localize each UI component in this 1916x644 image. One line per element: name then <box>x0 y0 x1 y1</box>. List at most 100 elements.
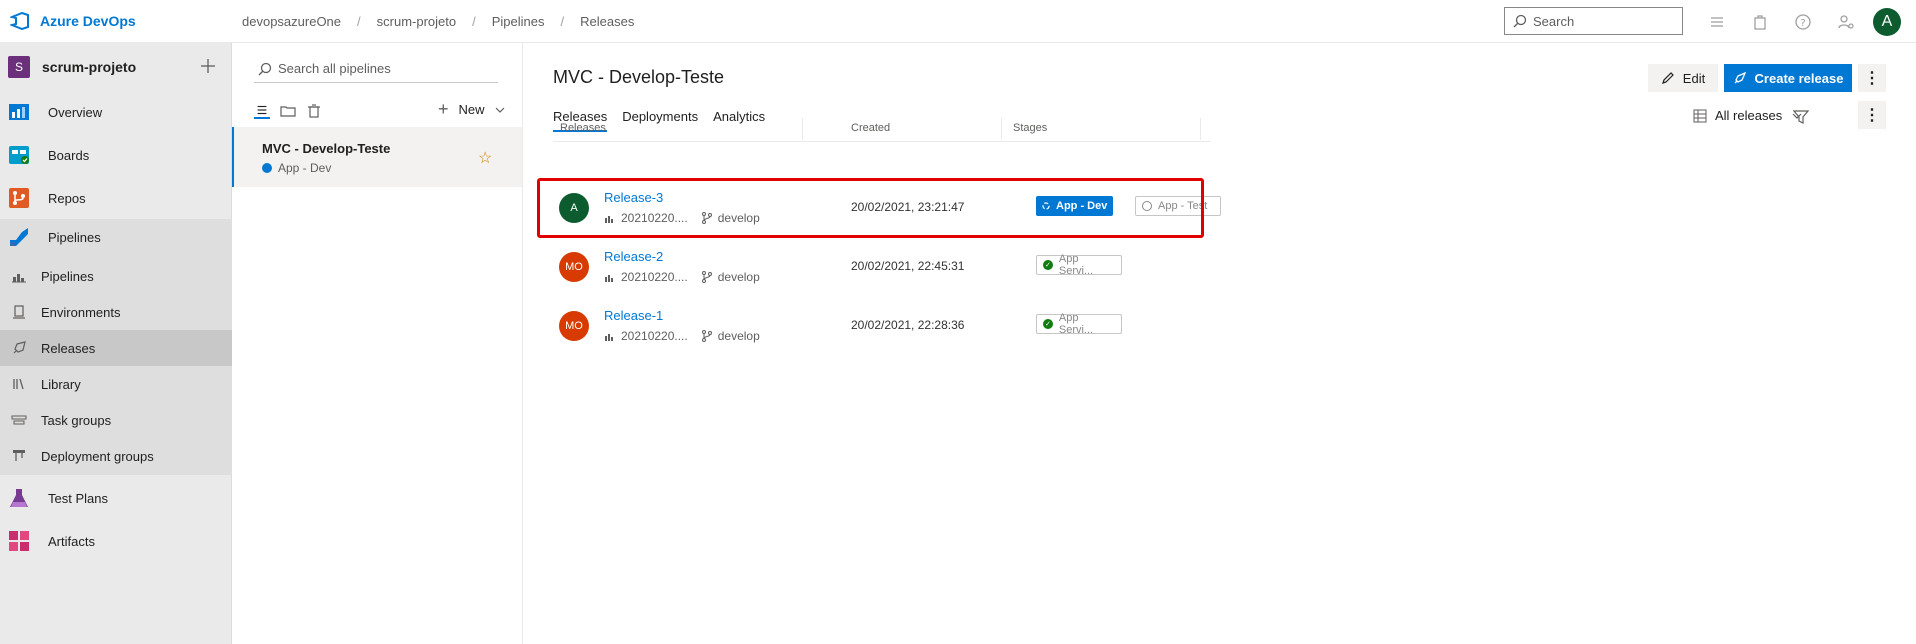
branch-name: develop <box>717 211 760 225</box>
stage-label: App Servi... <box>1058 253 1094 277</box>
search-placeholder: Search <box>1533 13 1575 29</box>
folder-view-icon[interactable] <box>280 103 296 119</box>
stage-badge[interactable]: ✓ App Servi... <box>1036 312 1122 336</box>
release-meta: 20210220.... develop <box>604 270 760 284</box>
search-input[interactable]: Search <box>1504 7 1683 35</box>
breadcrumb-separator: / <box>357 14 361 29</box>
stage-label: App Servi... <box>1058 312 1094 336</box>
sidebar-subitem-pipelines[interactable]: Pipelines <box>0 258 232 294</box>
build-number: 20210220.... <box>621 270 688 284</box>
new-button[interactable]: + New <box>438 99 505 120</box>
top-bar: Azure DevOps devopsazureOne / scrum-proj… <box>0 0 1916 43</box>
breadcrumb-org[interactable]: devopsazureOne <box>242 14 341 29</box>
azure-devops-logo-icon <box>10 12 29 30</box>
repos-icon <box>9 188 29 208</box>
build-icon <box>605 333 613 341</box>
filter-icon[interactable] <box>1793 109 1809 125</box>
sidebar-item-label: Artifacts <box>48 533 95 549</box>
created-date: 20/02/2021, 22:45:31 <box>851 259 965 273</box>
sidebar-item-boards[interactable]: Boards <box>0 137 232 173</box>
branch-icon <box>701 271 712 283</box>
pipeline-stage-label: App - Dev <box>278 161 332 175</box>
star-icon[interactable]: ☆ <box>478 148 492 168</box>
edit-button[interactable]: Edit <box>1648 64 1718 92</box>
list-view-icon[interactable] <box>254 103 270 119</box>
table-row[interactable]: MO Release-2 20210220.... develop 20/02/… <box>553 239 1211 297</box>
sidebar-subitem-label: Pipelines <box>41 268 94 284</box>
column-header-created: Created <box>851 122 891 134</box>
avatar: MO <box>559 252 589 282</box>
pipeline-list-item[interactable]: MVC - Develop-Teste App - Dev ☆ <box>232 127 522 187</box>
stage-badge[interactable]: ✓ App Servi... <box>1036 253 1122 277</box>
search-icon <box>1513 14 1527 28</box>
release-name-link[interactable]: Release-1 <box>604 308 663 323</box>
shopping-bag-icon[interactable] <box>1751 13 1769 31</box>
branch-name: develop <box>717 270 760 284</box>
table-row[interactable]: A Release-3 20210220.... develop 20/02/2… <box>553 180 1221 238</box>
release-name-link[interactable]: Release-3 <box>604 190 663 205</box>
sidebar-item-pipelines[interactable]: Pipelines <box>0 219 232 255</box>
stage-label: App - Dev <box>1056 200 1108 212</box>
page-title: MVC - Develop-Teste <box>553 67 725 87</box>
breadcrumb-project[interactable]: scrum-projeto <box>377 14 456 29</box>
sidebar-item-overview[interactable]: Overview <box>0 94 232 130</box>
tab-deployments[interactable]: Deployments <box>622 109 698 132</box>
project-badge: S <box>8 56 30 78</box>
sidebar-item-test-plans[interactable]: Test Plans <box>0 480 232 516</box>
sidebar-item-repos[interactable]: Repos <box>0 180 232 216</box>
breadcrumb: devopsazureOne / scrum-projeto / Pipelin… <box>242 14 634 29</box>
deployment-groups-icon <box>13 450 25 461</box>
pipelines-sub-icon <box>12 274 26 283</box>
view-toolbar <box>254 103 332 119</box>
pipeline-stage: App - Dev <box>262 161 331 175</box>
stage-status-icon <box>262 163 272 173</box>
more-options-button[interactable]: ⋮ <box>1858 101 1886 129</box>
branch-name: develop <box>717 329 760 343</box>
created-date: 20/02/2021, 22:28:36 <box>851 318 965 332</box>
create-release-label: Create release <box>1754 70 1844 86</box>
more-actions-button[interactable]: ⋮ <box>1858 64 1886 92</box>
pencil-icon <box>1661 72 1674 84</box>
avatar: A <box>559 193 589 223</box>
sidebar-item-label: Overview <box>48 104 103 120</box>
create-release-button[interactable]: Create release <box>1724 64 1852 92</box>
rocket-icon <box>1734 71 1746 84</box>
sidebar-subitem-deployment-groups[interactable]: Deployment groups <box>0 438 232 474</box>
table-row[interactable]: MO Release-1 20210220.... develop 20/02/… <box>553 298 1211 356</box>
column-divider <box>1200 118 1201 140</box>
help-icon[interactable]: ? <box>1794 13 1812 31</box>
pipelines-section: Pipelines Pipelines Environments Release… <box>0 219 232 475</box>
breadcrumb-releases[interactable]: Releases <box>580 14 634 29</box>
sidebar-subitem-environments[interactable]: Environments <box>0 294 232 330</box>
column-divider <box>802 118 803 140</box>
build-number: 20210220.... <box>621 211 688 225</box>
sidebar-subitem-label: Library <box>41 376 81 392</box>
trash-icon[interactable] <box>306 103 322 119</box>
sidebar-item-artifacts[interactable]: Artifacts <box>0 523 232 559</box>
header-divider <box>553 141 1211 142</box>
stage-badge[interactable]: App - Dev <box>1036 196 1114 216</box>
brand[interactable]: Azure DevOps <box>10 12 136 30</box>
breadcrumb-pipelines[interactable]: Pipelines <box>492 14 545 29</box>
sidebar-subitem-library[interactable]: Library <box>0 366 232 402</box>
sidebar-subitem-task-groups[interactable]: Task groups <box>0 402 232 438</box>
sidebar-item-label: Test Plans <box>48 490 108 506</box>
sidebar-subitem-releases[interactable]: Releases <box>0 330 232 366</box>
tab-analytics[interactable]: Analytics <box>713 109 765 132</box>
avatar: MO <box>559 311 589 341</box>
sidebar-subitem-label: Releases <box>41 340 96 356</box>
release-name-link[interactable]: Release-2 <box>604 249 663 264</box>
overview-icon <box>9 104 29 120</box>
project-switcher[interactable]: S scrum-projeto <box>0 51 232 83</box>
branch: develop <box>701 329 760 343</box>
pipeline-search-input[interactable]: Search all pipelines <box>254 55 498 83</box>
task-groups-icon <box>11 415 27 425</box>
stage-badge[interactable]: App - Test <box>1135 196 1221 216</box>
user-settings-icon[interactable] <box>1837 13 1855 31</box>
list-icon[interactable] <box>1708 13 1726 31</box>
add-icon[interactable] <box>198 56 218 76</box>
breadcrumb-separator: / <box>472 14 476 29</box>
user-avatar[interactable]: A <box>1873 8 1901 36</box>
pipeline-name: MVC - Develop-Teste <box>262 141 391 156</box>
success-icon: ✓ <box>1043 260 1053 270</box>
